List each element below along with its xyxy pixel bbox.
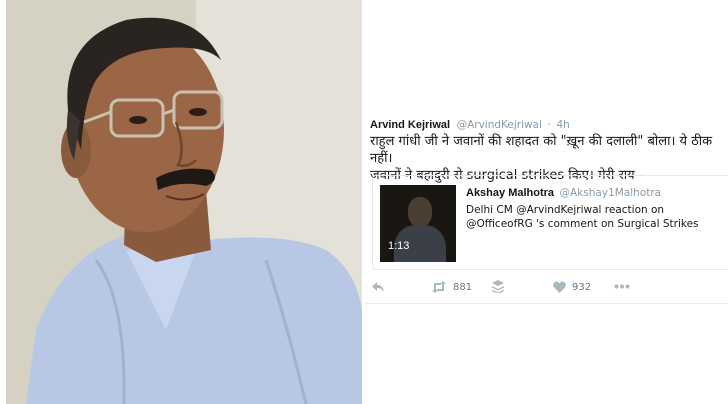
video-thumbnail[interactable]: 1:13 [380, 185, 456, 262]
tweet-timestamp[interactable]: 4h [556, 119, 569, 131]
thumbnail-face [408, 197, 432, 227]
portrait-illustration [6, 0, 362, 404]
quoted-text: Delhi CM @ArvindKejriwal reaction on @Of… [466, 204, 699, 230]
video-duration: 1:13 [388, 240, 410, 252]
retweet-count: 881 [453, 281, 473, 293]
tweet-card: Arvind Kejriwal @ArvindKejriwal · 4h राह… [365, 0, 728, 404]
reply-button[interactable] [371, 281, 385, 293]
like-button[interactable]: 932 [553, 281, 591, 293]
tweet-header: Arvind Kejriwal @ArvindKejriwal · 4h [370, 118, 570, 131]
tweet-actions: 881 932 [365, 279, 728, 299]
quoted-tweet[interactable]: 1:13 Akshay Malhotra @Akshay1Malhotra De… [372, 175, 728, 270]
quoted-author-handle[interactable]: @Akshay1Malhotra [560, 187, 662, 199]
tweet-divider [365, 303, 728, 304]
reply-icon [372, 282, 384, 292]
more-button[interactable] [614, 284, 630, 289]
quoted-header: Akshay Malhotra @Akshay1Malhotra [466, 186, 661, 199]
author-name[interactable]: Arvind Kejriwal [370, 119, 450, 131]
heart-icon [553, 281, 566, 293]
portrait-photo [6, 0, 362, 404]
stack-button[interactable] [492, 280, 504, 293]
quoted-author-name[interactable]: Akshay Malhotra [466, 187, 554, 199]
stack-icon [492, 280, 504, 293]
more-icon [614, 284, 630, 289]
retweet-icon [432, 281, 446, 293]
retweet-button[interactable]: 881 [431, 281, 472, 293]
author-handle[interactable]: @ArvindKejriwal [457, 119, 542, 131]
like-count: 932 [572, 281, 592, 293]
header-separator: · [547, 118, 551, 131]
